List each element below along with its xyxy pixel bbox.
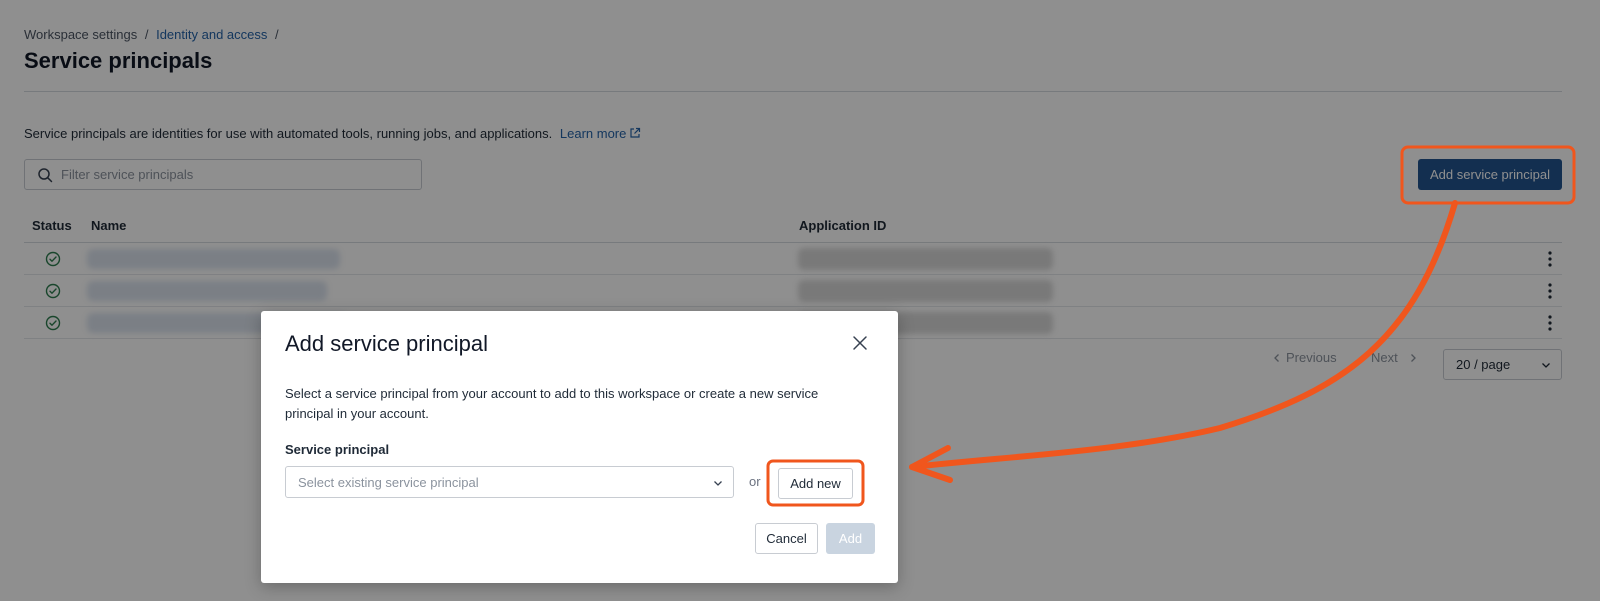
service-principal-label: Service principal bbox=[285, 442, 390, 457]
close-icon[interactable] bbox=[851, 334, 869, 352]
dialog-title: Add service principal bbox=[285, 331, 488, 356]
add-new-button[interactable]: Add new bbox=[778, 468, 853, 499]
select-placeholder: Select existing service principal bbox=[298, 475, 479, 490]
or-separator: or bbox=[749, 474, 761, 489]
cancel-button[interactable]: Cancel bbox=[755, 523, 818, 554]
add-button[interactable]: Add bbox=[826, 523, 875, 554]
service-principal-select[interactable]: Select existing service principal bbox=[285, 466, 734, 498]
add-service-principal-dialog: Add service principal Select a service p… bbox=[261, 311, 898, 583]
chevron-down-icon bbox=[714, 481, 722, 486]
dialog-description: Select a service principal from your acc… bbox=[285, 386, 819, 421]
